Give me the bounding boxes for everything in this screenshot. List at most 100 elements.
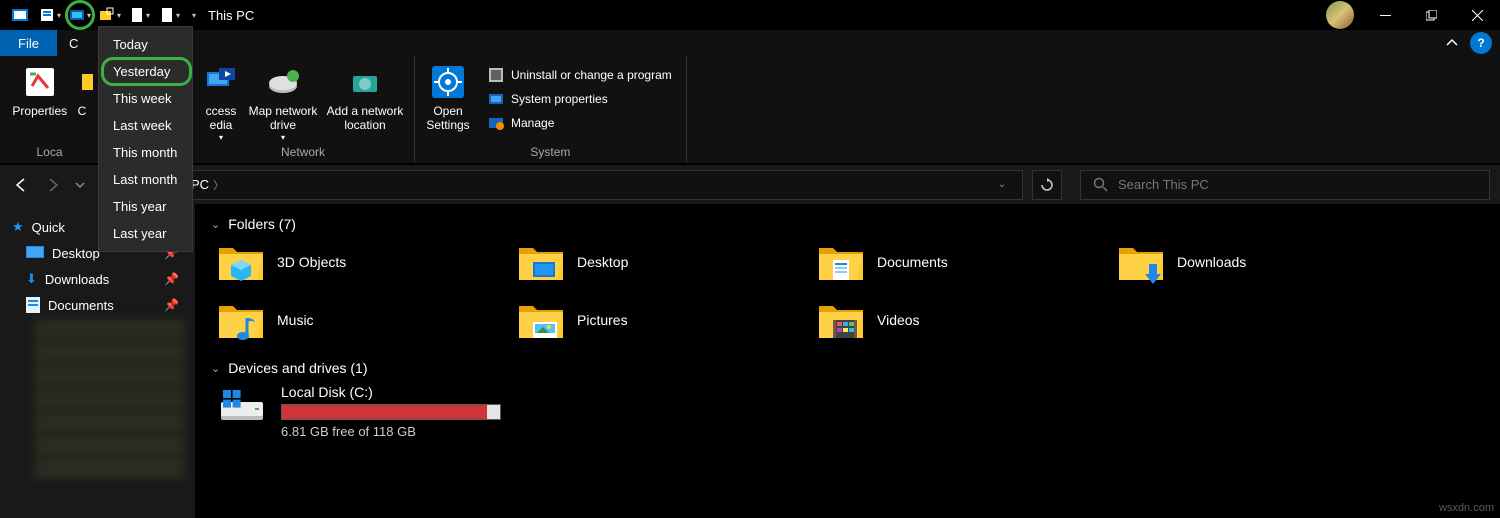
address-bar[interactable]: PC 〉 ⌄ [180,170,1023,200]
manage-icon [487,114,505,132]
navigation-bar: PC 〉 ⌄ Search This PC [0,164,1500,204]
dropdown-item-last-year[interactable]: Last year [99,220,192,247]
folder-music[interactable]: Music [217,298,517,342]
ribbon-tab-strip: File C v ? [0,30,1500,56]
window-title: This PC [208,8,254,23]
sidebar-item-downloads[interactable]: ⬇ Downloads 📌 [12,266,191,292]
folders-section-header[interactable]: ⌄ Folders (7) [211,216,1484,232]
manage-button[interactable]: Manage [483,112,676,134]
star-icon: ★ [12,219,24,235]
forward-button[interactable] [42,174,64,196]
folder-icon [217,240,265,284]
folder-icon [517,298,565,342]
dropdown-item-this-year[interactable]: This year [99,193,192,220]
download-icon: ⬇ [26,271,37,287]
dropdown-item-yesterday[interactable]: Yesterday [99,58,192,85]
qat-customize-icon[interactable]: ▾ [186,2,200,28]
qat-history-icon[interactable]: ▾ [66,2,94,28]
folder-icon [817,298,865,342]
search-icon [1093,177,1108,192]
chevron-right-icon[interactable]: 〉 [213,177,224,193]
chevron-down-icon: ⌄ [211,362,220,375]
access-media-icon [203,64,239,100]
folder-downloads[interactable]: Downloads [1117,240,1417,284]
ribbon-group-system: Open Settings Uninstall or change a prog… [415,56,687,163]
document-icon [26,297,40,313]
add-network-location-button[interactable]: Add a network location [322,62,408,133]
sidebar-item-documents[interactable]: Documents 📌 [12,292,191,318]
dropdown-item-this-month[interactable]: This month [99,139,192,166]
address-segment[interactable]: PC [191,177,209,192]
qat-new-folder-icon[interactable]: ▾ [96,2,124,28]
desktop-icon [26,246,44,260]
location-group-label: Loca [6,145,93,161]
properties-label: Properties [12,104,67,118]
drive-free-label: 6.81 GB free of 118 GB [281,424,501,439]
recent-locations-button[interactable] [74,174,86,196]
map-drive-icon [265,64,301,100]
sidebar-item-redacted [34,319,185,341]
tab-computer[interactable]: C [57,30,81,56]
dropdown-item-last-week[interactable]: Last week [99,112,192,139]
content-pane: ⌄ Folders (7) 3D Objects Desktop [195,204,1500,518]
dropdown-item-today[interactable]: Today [99,31,192,58]
sidebar-item-redacted [34,365,185,387]
quick-access-toolbar: ▾ ▾ ▾ ▾ ▾ ▾ [0,2,200,28]
system-properties-button[interactable]: System properties [483,88,676,110]
sidebar-item-redacted [34,457,185,479]
access-media-button[interactable]: ccess edia ▾ [198,62,244,142]
folder-documents[interactable]: Documents [817,240,1117,284]
drive-label: Local Disk (C:) [281,384,501,400]
system-group-label: System [421,145,680,161]
properties-button[interactable]: Properties [6,62,74,118]
address-dropdown-icon[interactable]: ⌄ [990,179,1014,190]
uninstall-icon [487,66,505,84]
folder-3d-objects[interactable]: 3D Objects [217,240,517,284]
drive-usage-fill [282,405,487,419]
close-button[interactable] [1454,0,1500,30]
dropdown-item-this-week[interactable]: This week [99,85,192,112]
watermark: wsxdn.com [1439,502,1494,514]
qat-properties-icon[interactable]: ▾ [36,2,64,28]
help-button[interactable]: ? [1470,32,1492,54]
properties-icon [22,64,58,100]
sidebar-item-redacted [34,342,185,364]
history-dropdown-menu: Today Yesterday This week Last week This… [98,26,193,252]
minimize-button[interactable] [1362,0,1408,30]
refresh-button[interactable] [1032,170,1062,200]
uninstall-button[interactable]: Uninstall or change a program [483,64,676,86]
folder-videos[interactable]: Videos [817,298,1117,342]
search-placeholder: Search This PC [1118,177,1209,192]
sidebar-item-redacted [34,434,185,456]
system-properties-icon [487,90,505,108]
network-group-label: Network [198,145,408,161]
folders-grid: 3D Objects Desktop Documents [217,240,1484,342]
drives-section-header[interactable]: ⌄ Devices and drives (1) [211,360,1484,376]
folder-icon [1117,240,1165,284]
folder-icon [517,240,565,284]
settings-icon [430,64,466,100]
ribbon: Properties C Loca ccess edia ▾ [0,56,1500,164]
qat-doc1-icon[interactable]: ▾ [126,2,154,28]
open-button-partial[interactable]: C [78,62,93,118]
ribbon-group-location: Properties C Loca [0,56,100,163]
back-button[interactable] [10,174,32,196]
tab-file[interactable]: File [0,30,57,56]
drive-local-disk-c[interactable]: Local Disk (C:) 6.81 GB free of 118 GB [217,384,1484,439]
qat-doc2-icon[interactable]: ▾ [156,2,184,28]
maximize-button[interactable] [1408,0,1454,30]
open-settings-button[interactable]: Open Settings [421,62,475,133]
pin-icon: 📌 [164,272,179,286]
drive-icon [217,384,267,428]
ribbon-group-network: ccess edia ▾ Map network drive ▾ Add a n… [192,56,415,163]
collapse-ribbon-button[interactable] [1438,30,1466,56]
folder-pictures[interactable]: Pictures [517,298,817,342]
qat-app-icon[interactable] [6,2,34,28]
dropdown-item-last-month[interactable]: Last month [99,166,192,193]
folder-desktop[interactable]: Desktop [517,240,817,284]
folder-icon [817,240,865,284]
add-location-icon [347,64,383,100]
map-network-drive-button[interactable]: Map network drive ▾ [248,62,318,142]
search-input[interactable]: Search This PC [1080,170,1490,200]
user-avatar-icon[interactable] [1326,1,1354,29]
